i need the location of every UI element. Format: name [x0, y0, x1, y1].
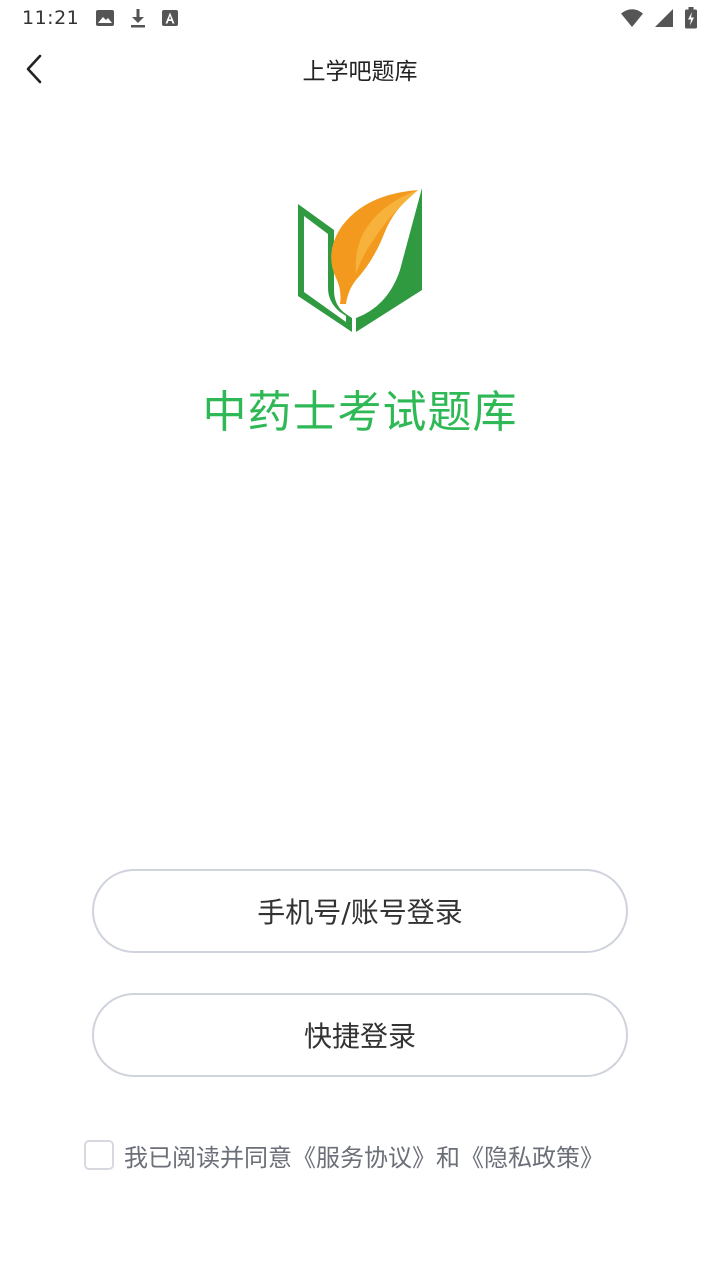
privacy-policy-link[interactable]: 《隐私政策》	[460, 1144, 604, 1172]
font-a-icon	[162, 10, 179, 26]
book-leaf-logo	[298, 188, 422, 332]
battery-charging-icon	[685, 7, 697, 29]
download-icon	[131, 9, 146, 28]
agreement-checkbox[interactable]	[84, 1140, 114, 1170]
nav-bar: 上学吧题库	[0, 36, 720, 102]
service-agreement-link[interactable]: 《服务协议》	[292, 1144, 436, 1172]
notification-icons	[95, 8, 179, 28]
page-title: 上学吧题库	[302, 59, 418, 85]
image-icon	[96, 10, 115, 26]
chevron-left-icon	[26, 54, 42, 84]
status-right	[620, 7, 698, 29]
status-bar: 11:21	[0, 0, 720, 36]
status-time: 11:21	[22, 7, 80, 29]
quick-login-button[interactable]: 快捷登录	[92, 993, 628, 1077]
cell-signal-icon	[655, 9, 673, 27]
status-left: 11:21	[22, 7, 179, 29]
back-button[interactable]	[14, 46, 54, 92]
agreement-text: 我已阅读并同意《服务协议》和《隐私政策》	[124, 1138, 604, 1173]
agreement-prefix: 我已阅读并同意	[124, 1143, 292, 1172]
wifi-icon	[621, 9, 643, 27]
agreement-row: 我已阅读并同意《服务协议》和《隐私政策》	[84, 1137, 604, 1173]
app-name: 中药士考试题库	[202, 387, 518, 438]
phone-account-login-button[interactable]: 手机号/账号登录	[92, 869, 628, 953]
login-screen: 11:21 上学吧题库 中药士考试题库 手机号/账号登录 快捷登录 我已阅读并同…	[0, 0, 720, 1280]
agreement-and: 和	[436, 1143, 460, 1172]
